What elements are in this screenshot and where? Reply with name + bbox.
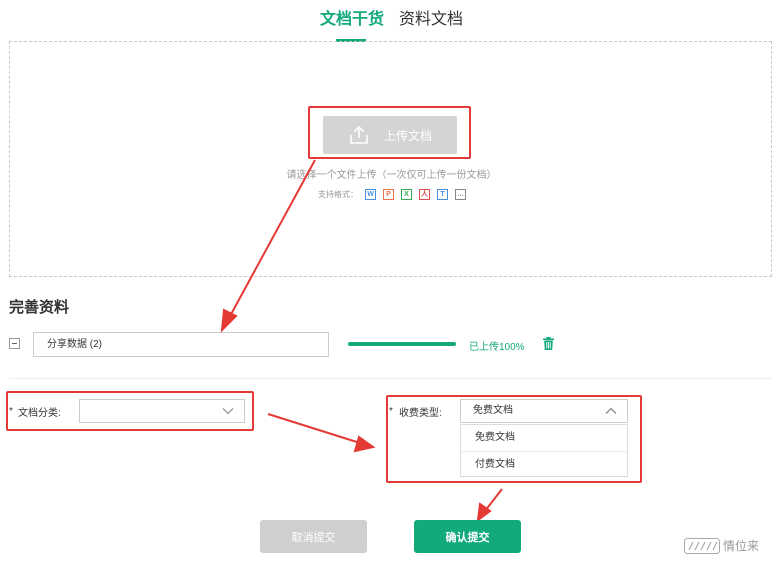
txt-format-icon: T (437, 188, 448, 200)
word-format-icon: W (365, 188, 376, 200)
supported-formats: 支持格式： W P X 人 T … (318, 187, 466, 201)
other-format-icon: … (455, 188, 466, 200)
upload-progress-bar (348, 342, 456, 346)
upload-icon (350, 125, 368, 144)
upload-button-label: 上传文档 (383, 128, 432, 143)
file-select-checkbox[interactable] (9, 338, 20, 349)
category-label: 文档分类: (18, 408, 61, 419)
file-name-field[interactable]: 分享数据 (2) (33, 332, 329, 357)
category-select[interactable] (79, 399, 245, 423)
upload-dropzone[interactable]: 上传文档 请选择一个文件上传（一次仅可上传一份文档） 支持格式： W P X 人… (9, 41, 772, 277)
ppt-format-icon: P (383, 188, 394, 200)
excel-format-icon: X (401, 188, 412, 200)
trash-icon[interactable] (543, 337, 554, 350)
pdf-format-icon: 人 (419, 188, 430, 200)
watermark-logo-icon (684, 537, 720, 554)
chevron-down-icon (222, 408, 234, 415)
tab-bar: 文档干货 资料文档 (0, 8, 779, 42)
fee-type-value: 免费文档 (473, 405, 513, 416)
fee-option-free[interactable]: 免费文档 (461, 425, 627, 451)
fee-type-select[interactable]: 免费文档 (460, 399, 628, 423)
section-divider (9, 378, 772, 379)
tab-resource-documents[interactable]: 资料文档 (399, 8, 463, 38)
upload-document-button[interactable]: 上传文档 (323, 116, 457, 154)
fee-type-dropdown: 免费文档 付费文档 (460, 424, 628, 477)
watermark-text: 情位来 (723, 539, 760, 553)
cancel-submit-button[interactable]: 取消提交 (260, 520, 367, 553)
fee-type-label: 收费类型: (399, 408, 442, 419)
upload-status-text: 已上传100% (469, 342, 525, 353)
section-title: 完善资料 (9, 299, 70, 316)
upload-progress-fill (348, 342, 456, 346)
watermark: 情位来 (684, 537, 759, 554)
category-required-mark: * (9, 406, 13, 417)
formats-label: 支持格式： (318, 189, 358, 199)
fee-option-paid[interactable]: 付费文档 (461, 451, 627, 477)
fee-required-mark: * (389, 406, 393, 417)
tab-document-tips[interactable]: 文档干货 (320, 8, 384, 38)
chevron-up-icon (605, 407, 617, 414)
upload-hint: 请选择一个文件上传（一次仅可上传一份文档） (286, 170, 497, 181)
confirm-submit-button[interactable]: 确认提交 (414, 520, 521, 553)
